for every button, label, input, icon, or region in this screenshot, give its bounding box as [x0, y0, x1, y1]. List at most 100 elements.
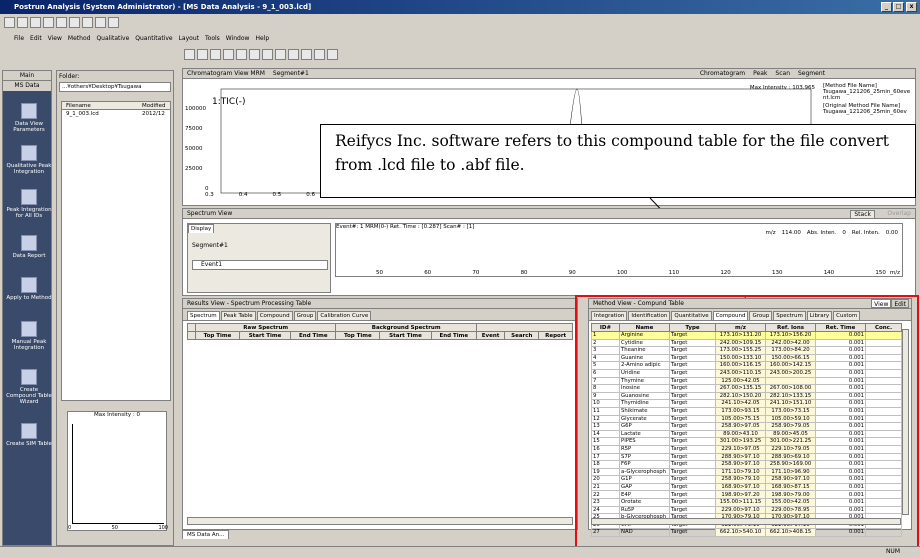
- menu-edit[interactable]: Edit: [30, 35, 42, 42]
- file-row[interactable]: 9_1_003.lcd 2012/12: [62, 110, 170, 118]
- wizard-icon: [21, 369, 37, 385]
- menu-method[interactable]: Method: [68, 35, 91, 42]
- menu-view[interactable]: View: [48, 35, 62, 42]
- menu-window[interactable]: Window: [226, 35, 250, 42]
- tab-main[interactable]: Main: [3, 71, 51, 81]
- help-icon[interactable]: [108, 16, 119, 28]
- folder-path-select[interactable]: ...¥others¥Desktop¥Tsugawa: [59, 82, 171, 92]
- tool5-icon[interactable]: [236, 48, 247, 60]
- display-tab[interactable]: Display: [188, 224, 215, 233]
- apply-to-method-label: Apply to Method: [6, 295, 52, 301]
- rt-idx: [187, 331, 196, 340]
- data-view-parameters-button[interactable]: Data View Parameters: [5, 103, 53, 133]
- rt-col-7[interactable]: Search: [504, 331, 540, 340]
- new-icon[interactable]: [4, 16, 15, 28]
- rt-col-2[interactable]: End Time: [290, 331, 337, 340]
- sx-70: 70: [472, 270, 480, 276]
- results-tab-compound[interactable]: Compound: [256, 311, 293, 320]
- close-button[interactable]: x: [906, 2, 917, 12]
- xtick-2: 0.5: [272, 192, 282, 198]
- tool11-icon[interactable]: [314, 48, 325, 60]
- rt-col-6[interactable]: Event: [475, 331, 506, 340]
- rt-col-5[interactable]: End Time: [430, 331, 477, 340]
- window-title-bar: Postrun Analysis (System Administrator) …: [0, 0, 920, 14]
- sx-150: 150: [875, 270, 886, 276]
- preview-icon[interactable]: [56, 16, 67, 28]
- file-list: Filename Modified 9_1_003.lcd 2012/12: [61, 101, 171, 401]
- tab-ms-data[interactable]: MS Data: [3, 81, 51, 91]
- menu-qualitative[interactable]: Qualitative: [96, 35, 129, 42]
- menu-file[interactable]: File: [14, 35, 24, 42]
- save-icon[interactable]: [30, 16, 41, 28]
- print-icon[interactable]: [43, 16, 54, 28]
- file-modified: 2012/12: [142, 111, 165, 117]
- chromatogram-title: Chromatogram View MRM: [187, 70, 265, 77]
- layout3-icon[interactable]: [95, 16, 106, 28]
- layout2-icon[interactable]: [82, 16, 93, 28]
- xtick-1: 0.4: [238, 192, 248, 198]
- ms-data-analysis-tab[interactable]: MS Data An...: [182, 530, 230, 539]
- apply-to-method-button[interactable]: Apply to Method: [5, 277, 53, 301]
- qualitative-peak-label: Qualitative Peak Integration: [6, 163, 52, 175]
- overlap-button[interactable]: Overlap: [887, 210, 911, 217]
- rt-col-3[interactable]: Top Time: [335, 331, 381, 340]
- ytick-100000: 100000: [185, 106, 206, 112]
- xtick-3: 0.6: [306, 192, 315, 198]
- raw-spectrum-group: Raw Spectrum: [194, 323, 337, 332]
- apply-icon: [21, 277, 37, 293]
- undo-icon[interactable]: [184, 48, 195, 60]
- menu-tools[interactable]: Tools: [205, 35, 220, 42]
- peak-integration-all-button[interactable]: Peak Integration for All IDs: [5, 189, 53, 219]
- spectrum-plot[interactable]: Event#: 1 MRM(0-) Ret. Time : [0.287] Sc…: [335, 223, 903, 277]
- results-tab-peak-table[interactable]: Peak Table: [220, 311, 256, 320]
- report-icon: [21, 235, 37, 251]
- folder-label: Folder:: [59, 73, 80, 80]
- qualitative-peak-integration-button[interactable]: Qualitative Peak Integration: [5, 145, 53, 175]
- menu-help[interactable]: Help: [255, 35, 269, 42]
- rt-col-1[interactable]: Start Time: [238, 331, 292, 340]
- mini-tick-0: 0: [68, 525, 72, 531]
- orig-method-file: Tsugawa_121206_25min_60ev: [823, 109, 907, 115]
- spectrum-display-panel: Display Segment#1 Event1: [187, 223, 331, 293]
- tool12-icon[interactable]: [327, 48, 338, 60]
- results-tab-spectrum[interactable]: Spectrum: [187, 311, 220, 320]
- sx-120: 120: [720, 270, 731, 276]
- results-tab-calibration[interactable]: Calibration Curve: [317, 311, 372, 320]
- tool10-icon[interactable]: [301, 48, 312, 60]
- tool4-icon[interactable]: [223, 48, 234, 60]
- rt-col-8[interactable]: Report: [538, 331, 573, 340]
- open-icon[interactable]: [17, 16, 28, 28]
- col-modified[interactable]: Modified: [142, 102, 165, 109]
- ytick-75000: 75000: [185, 126, 203, 132]
- tool3-icon[interactable]: [210, 48, 221, 60]
- rt-corner: [187, 323, 196, 332]
- results-view: Results View - Spectrum Processing Table…: [182, 298, 578, 530]
- menu-quantitative[interactable]: Quantitative: [135, 35, 172, 42]
- tool9-icon[interactable]: [288, 48, 299, 60]
- minimize-button[interactable]: _: [881, 2, 892, 12]
- manual-peak-integration-button[interactable]: Manual Peak Integration: [5, 321, 53, 351]
- window-title: Postrun Analysis (System Administrator) …: [14, 3, 312, 11]
- create-compound-label: Create Compound Table Wizard: [6, 387, 52, 405]
- rt-col-4[interactable]: Start Time: [379, 331, 432, 340]
- create-sim-table-button[interactable]: Create SIM Table: [5, 423, 53, 447]
- chrom-x-ticks: 0.3 0.4 0.5 0.6: [205, 192, 315, 198]
- tool6-icon[interactable]: [249, 48, 260, 60]
- event-list-item[interactable]: Event1: [192, 260, 328, 270]
- stack-button[interactable]: Stack: [850, 210, 875, 219]
- rel-hdr: Rel. Inten.: [851, 230, 880, 236]
- rt-col-0[interactable]: Top Time: [195, 331, 240, 340]
- tool2-icon[interactable]: [197, 48, 208, 60]
- maximize-button[interactable]: □: [893, 2, 904, 12]
- results-hscroll[interactable]: [187, 517, 573, 525]
- data-report-button[interactable]: Data Report: [5, 235, 53, 259]
- layout1-icon[interactable]: [69, 16, 80, 28]
- tool8-icon[interactable]: [275, 48, 286, 60]
- results-tab-group[interactable]: Group: [293, 311, 317, 320]
- col-filename[interactable]: Filename: [62, 102, 142, 109]
- num-lock-indicator: NUM: [885, 548, 900, 555]
- menu-layout[interactable]: Layout: [179, 35, 199, 42]
- scan-nav-label: Scan: [775, 70, 790, 77]
- tool7-icon[interactable]: [262, 48, 273, 60]
- create-compound-table-button[interactable]: Create Compound Table Wizard: [5, 369, 53, 405]
